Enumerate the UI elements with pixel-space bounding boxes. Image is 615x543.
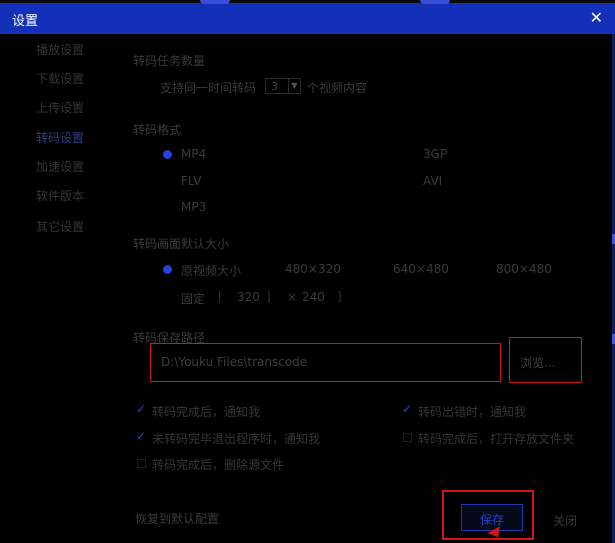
save-path-input[interactable]: D:\Youku Files\transcode <box>150 343 501 382</box>
checkbox-delete-source[interactable] <box>137 459 146 468</box>
option-label-notify-exit[interactable]: 未转码完毕退出程序时，通知我 <box>152 430 320 447</box>
format-title: 转码格式 <box>133 123 182 137</box>
format-radio-mp4[interactable] <box>163 150 172 159</box>
checkbox-notify-error[interactable]: ✓ <box>402 402 412 416</box>
format-label-flv[interactable]: FLV <box>181 174 201 188</box>
sidebar-item-acceleration[interactable]: 加速设置 <box>36 158 84 175</box>
close-button[interactable]: 关闭 <box>553 512 577 529</box>
resolution-fixed-width[interactable]: 320 <box>237 290 260 304</box>
format-label-3gp[interactable]: 3GP <box>423 147 447 161</box>
resolution-title: 转码画面默认大小 <box>133 237 230 251</box>
title-bar-top-strip <box>0 0 615 3</box>
chevron-down-icon[interactable]: ▼ <box>288 79 300 93</box>
browse-button[interactable]: 浏览... <box>509 337 582 383</box>
format-label-avi[interactable]: AVI <box>423 174 442 188</box>
option-label-notify-complete[interactable]: 转码完成后，通知我 <box>152 403 260 420</box>
window-title: 设置 <box>12 14 39 29</box>
resolution-fixed-label[interactable]: 固定 <box>181 290 205 307</box>
task-count-prefix: 支持同一时间转码 <box>160 81 257 95</box>
task-count-suffix: 个视频内容 <box>307 81 368 95</box>
option-label-open-folder[interactable]: 转码完成后，打开存放文件夹 <box>418 430 574 447</box>
title-bar-decoration <box>420 0 450 4</box>
task-count-title: 转码任务数量 <box>133 54 206 68</box>
task-count-value: 3 <box>271 80 278 93</box>
sidebar-item-download[interactable]: 下载设置 <box>36 70 84 87</box>
sidebar-item-version[interactable]: 软件版本 <box>36 187 84 204</box>
checkbox-open-folder[interactable] <box>403 433 412 442</box>
resolution-radio-original[interactable] <box>163 265 172 274</box>
option-label-notify-error[interactable]: 转码出错时，通知我 <box>418 403 526 420</box>
resolution-label-800x480[interactable]: 800×480 <box>496 262 552 276</box>
resolution-label-original[interactable]: 原视频大小 <box>181 262 241 279</box>
checkbox-notify-exit[interactable]: ✓ <box>136 429 146 443</box>
resolution-label-480x320[interactable]: 480×320 <box>285 262 341 276</box>
checkbox-notify-complete[interactable]: ✓ <box>136 402 146 416</box>
format-label-mp4[interactable]: MP4 <box>181 147 206 161</box>
settings-sidebar: 播放设置 下载设置 上传设置 转码设置 加速设置 软件版本 其它设置 <box>0 34 118 543</box>
resolution-fixed-input-bracket: ] <box>266 290 271 304</box>
save-path-value: D:\Youku Files\transcode <box>161 355 308 369</box>
format-label-mp3[interactable]: MP3 <box>181 200 206 214</box>
title-bar-decoration <box>200 0 230 4</box>
resolution-fixed-input-bracket: [ <box>218 290 223 304</box>
sidebar-item-other[interactable]: 其它设置 <box>36 218 84 235</box>
task-count-select[interactable]: 3 ▼ <box>265 78 301 94</box>
resolution-fixed-input-bracket: ] <box>337 290 342 304</box>
option-label-delete-source[interactable]: 转码完成后，删除源文件 <box>152 456 284 473</box>
resolution-label-640x480[interactable]: 640×480 <box>393 262 449 276</box>
sidebar-item-playback[interactable]: 播放设置 <box>36 41 84 58</box>
close-icon[interactable]: ✕ <box>590 8 603 27</box>
resolution-fixed-sep: × <box>287 290 298 304</box>
save-button[interactable]: 保存 <box>461 504 523 531</box>
resolution-fixed-height[interactable]: 240 <box>302 290 325 304</box>
sidebar-item-upload[interactable]: 上传设置 <box>36 99 84 116</box>
save-button-label: 保存 <box>480 513 505 527</box>
title-bar: 设置 ✕ <box>0 0 615 34</box>
browse-label: 浏览... <box>520 356 556 370</box>
restore-defaults-link[interactable]: 恢复到默认配置 <box>135 510 219 527</box>
sidebar-item-transcode[interactable]: 转码设置 <box>36 129 84 146</box>
